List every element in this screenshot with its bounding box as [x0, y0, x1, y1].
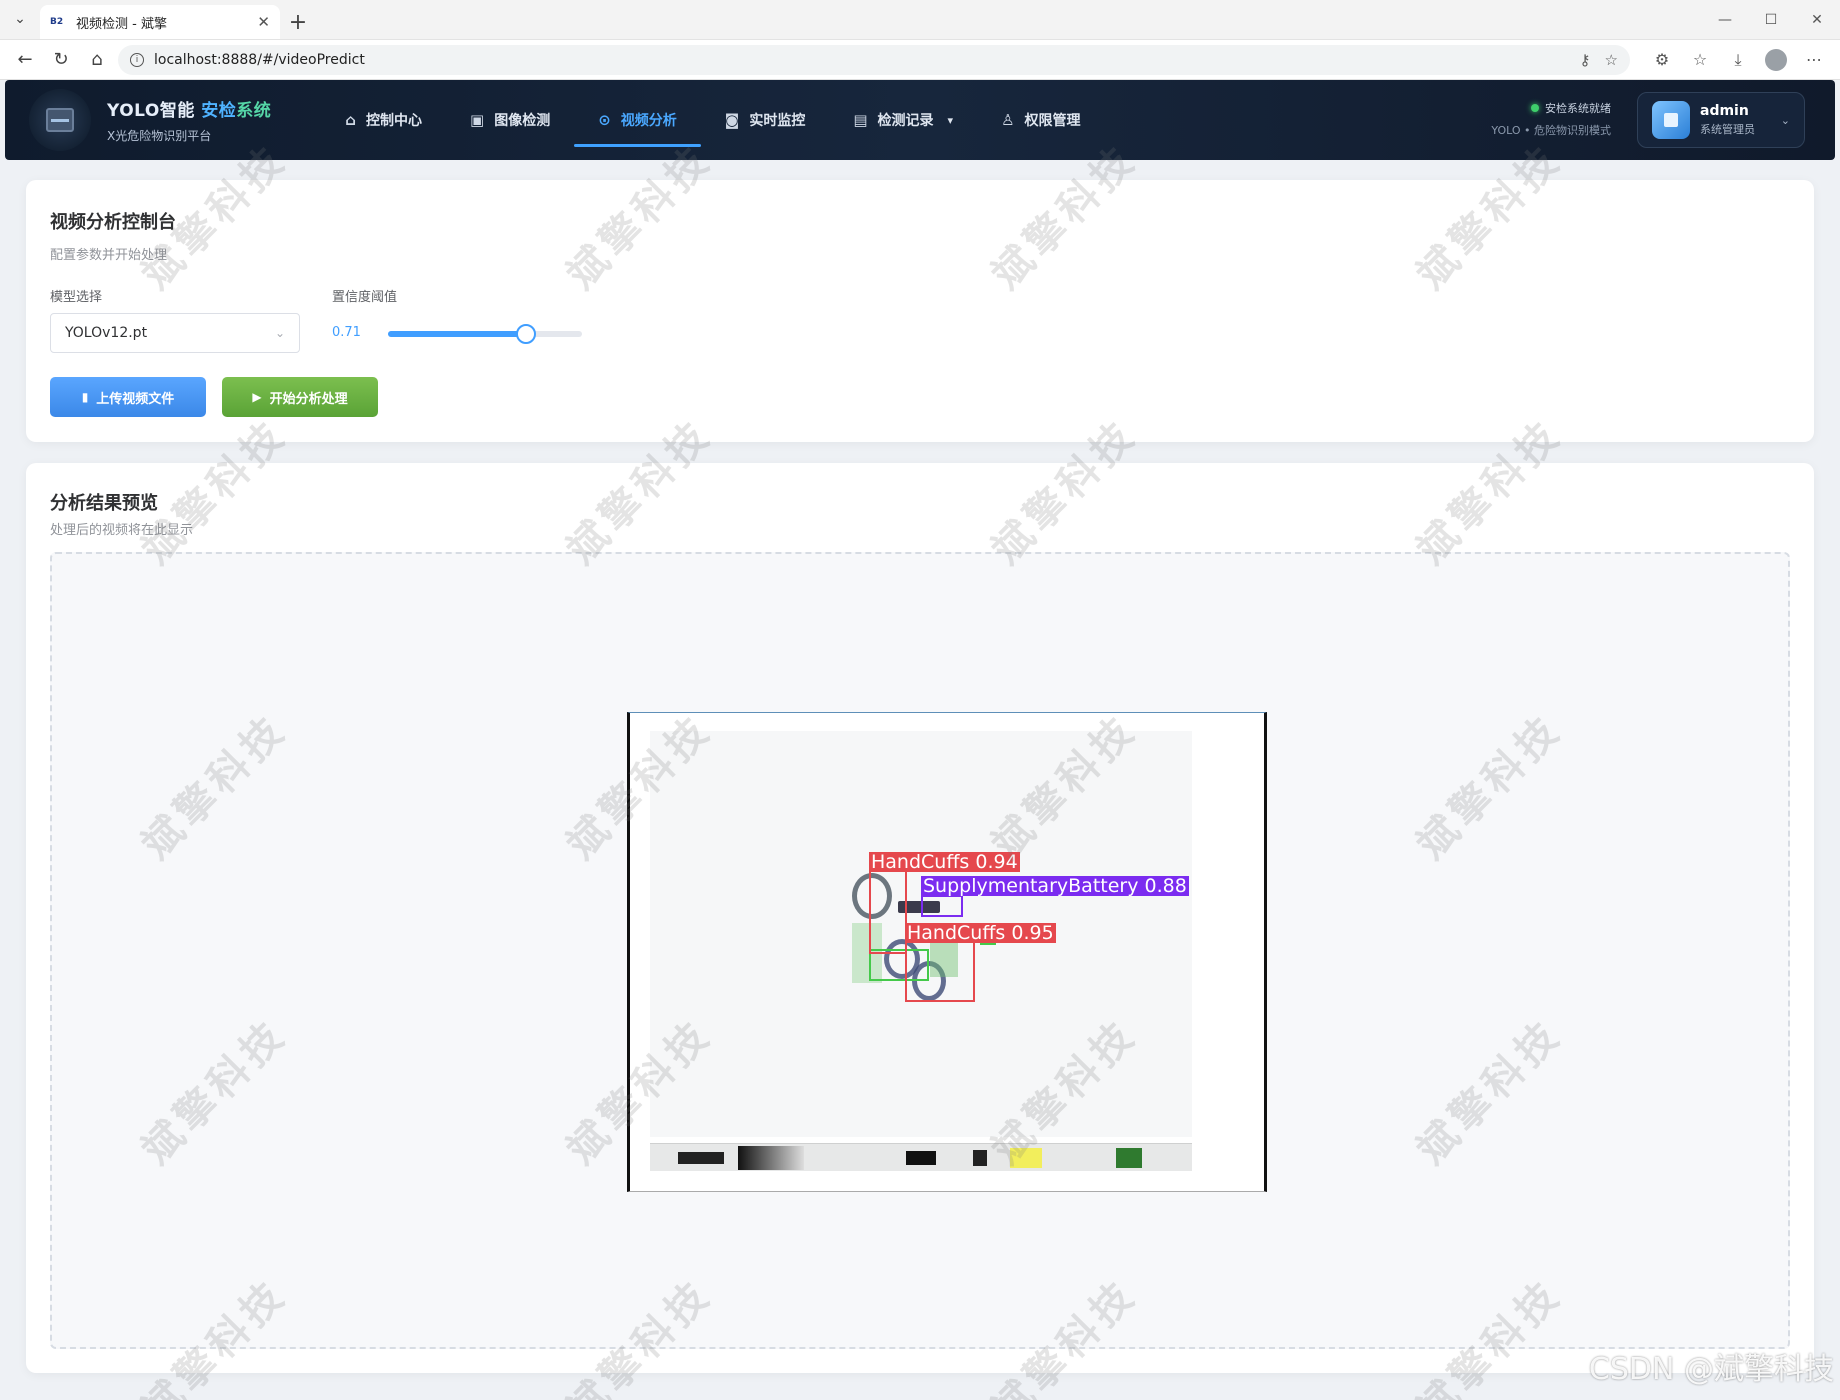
file-icon: ▮: [81, 390, 89, 404]
profile-avatar[interactable]: [1760, 45, 1792, 75]
strip-gradient: [738, 1146, 804, 1170]
brand-subtitle: X光危险物识别平台: [107, 129, 212, 143]
camera-icon: ◙: [724, 111, 740, 129]
minimize-icon[interactable]: —: [1702, 0, 1748, 40]
favorites-icon[interactable]: ☆: [1684, 45, 1716, 75]
control-subtitle: 配置参数并开始处理: [50, 248, 168, 263]
site-info-icon[interactable]: i: [130, 52, 144, 67]
start-analysis-button[interactable]: ▶ 开始分析处理: [222, 377, 378, 417]
browser-tab[interactable]: B2 视频检测 - 斌擎 ✕: [40, 5, 280, 39]
preview-panel: 分析结果预览 处理后的视频将在此显示 0 HandCuffs 0.94 Supp…: [26, 463, 1814, 1373]
detection-label: SupplymentaryBattery 0.88: [921, 875, 1189, 897]
detection-box: [869, 864, 907, 954]
strip-block: [906, 1151, 936, 1165]
document-icon: ▤: [853, 111, 868, 129]
download-icon[interactable]: ⤓: [1722, 45, 1754, 75]
status-dot-icon: [1531, 104, 1539, 112]
model-label: 模型选择: [50, 290, 103, 305]
browser-tabbar: ⌄ B2 视频检测 - 斌擎 ✕ + — ☐ ✕: [0, 0, 1840, 40]
confidence-slider[interactable]: [388, 324, 582, 344]
nav-realtime-monitor[interactable]: ◙ 实时监控: [701, 80, 830, 160]
brand: YOLO智能 安检系统 X光危险物识别平台: [107, 96, 271, 144]
extensions-icon[interactable]: ⚙: [1646, 45, 1678, 75]
home-icon[interactable]: ⌂: [82, 45, 112, 75]
strip-green-block: [1116, 1148, 1142, 1168]
result-video[interactable]: 0 HandCuffs 0.94 SupplymentaryBattery 0.…: [627, 712, 1267, 1192]
brand-title: YOLO智能 安检系统: [107, 101, 272, 121]
star-icon[interactable]: ☆: [1605, 51, 1618, 69]
chevron-down-icon: ⌄: [1780, 113, 1790, 127]
confidence-value: 0.71: [332, 325, 361, 340]
slider-fill: [388, 331, 526, 337]
address-bar: ← ↻ ⌂ i localhost:8888/#/videoPredict ⚷ …: [0, 40, 1840, 80]
url-field[interactable]: i localhost:8888/#/videoPredict ⚷ ☆: [118, 44, 1630, 75]
preview-subtitle: 处理后的视频将在此显示: [50, 523, 194, 538]
model-select[interactable]: YOLOv12.pt ⌄: [50, 313, 300, 353]
strip-counter: [678, 1152, 724, 1164]
preview-title: 分析结果预览: [50, 493, 158, 514]
tab-close-icon[interactable]: ✕: [257, 13, 270, 31]
strip-block: [973, 1150, 987, 1166]
nav-control-center[interactable]: ⌂ 控制中心: [321, 80, 446, 160]
strip-yellow-block: [1010, 1148, 1042, 1168]
user-icon: ♙: [1001, 111, 1015, 129]
nav-video-analysis[interactable]: ⊙ 视频分析: [574, 80, 701, 160]
nav-image-detection[interactable]: ▣ 图像检测: [446, 80, 574, 160]
detection-label: HandCuffs 0.94: [869, 851, 1020, 873]
detection-label: HandCuffs 0.95: [905, 922, 1056, 944]
new-tab-icon[interactable]: +: [280, 5, 316, 39]
chevron-down-icon: ▾: [947, 113, 954, 127]
close-window-icon[interactable]: ✕: [1794, 0, 1840, 40]
avatar: [1652, 101, 1690, 139]
app-header: YOLO智能 安检系统 X光危险物识别平台 ⌂ 控制中心 ▣ 图像检测 ⊙ 视频…: [5, 80, 1835, 160]
favicon-icon: B2: [50, 17, 64, 27]
nav-permission[interactable]: ♙ 权限管理: [977, 80, 1104, 160]
url-text: localhost:8888/#/videoPredict: [154, 51, 365, 68]
control-panel: 视频分析控制台 配置参数并开始处理 模型选择 YOLOv12.pt ⌄ 置信度阈…: [26, 180, 1814, 442]
scanner-status-strip: [650, 1143, 1192, 1171]
control-title: 视频分析控制台: [50, 212, 176, 233]
maximize-icon[interactable]: ☐: [1748, 0, 1794, 40]
csdn-watermark: CSDN @斌擎科技: [1588, 1352, 1834, 1387]
play-icon: ▶: [252, 390, 262, 404]
back-icon[interactable]: ←: [10, 45, 40, 75]
home-icon: ⌂: [345, 111, 357, 129]
detection-box: [905, 934, 975, 1002]
user-name: admin: [1700, 103, 1749, 119]
system-status: 安检系统就绪 YOLO • 危险物识别模式: [1491, 102, 1611, 137]
tab-list-icon[interactable]: ⌄: [0, 0, 40, 39]
image-icon: ▣: [470, 111, 485, 129]
preview-area: 0 HandCuffs 0.94 SupplymentaryBattery 0.…: [50, 552, 1790, 1349]
user-menu[interactable]: admin 系统管理员 ⌄: [1637, 92, 1805, 148]
main-nav: ⌂ 控制中心 ▣ 图像检测 ⊙ 视频分析 ◙ 实时监控 ▤ 检测记录 ▾ ♙ 权…: [321, 80, 1104, 160]
key-icon[interactable]: ⚷: [1580, 51, 1591, 69]
play-circle-icon: ⊙: [598, 111, 611, 129]
chevron-down-icon: ⌄: [274, 326, 285, 340]
confidence-label: 置信度阈值: [332, 290, 398, 305]
reload-icon[interactable]: ↻: [46, 45, 76, 75]
detection-box: [921, 895, 963, 917]
more-icon[interactable]: ⋯: [1798, 45, 1830, 75]
user-role: 系统管理员: [1700, 123, 1755, 136]
upload-video-button[interactable]: ▮ 上传视频文件: [50, 377, 206, 417]
slider-thumb[interactable]: [515, 324, 536, 344]
window-controls: — ☐ ✕: [1702, 0, 1840, 40]
nav-detection-records[interactable]: ▤ 检测记录 ▾: [829, 80, 977, 160]
tab-title: 视频检测 - 斌擎: [76, 16, 167, 32]
logo-icon: [29, 89, 91, 151]
